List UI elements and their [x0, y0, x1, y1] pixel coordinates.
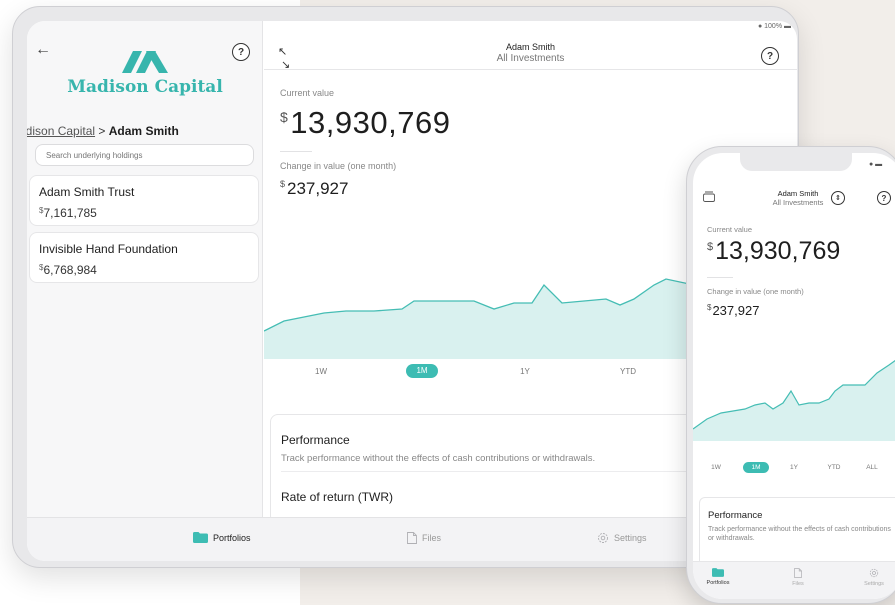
range-1y-button[interactable]: 1Y [505, 367, 545, 376]
phone-tab-bar: Portfolios Files Settings [693, 561, 895, 599]
phone-current-value-amount: 13,930,769 [715, 237, 841, 265]
phone-change-value-label: Change in value (one month) [707, 287, 804, 296]
phone-notch [740, 153, 852, 171]
gear-icon [869, 568, 879, 578]
change-value-amount: 237,927 [287, 179, 349, 198]
search-input[interactable] [35, 144, 254, 166]
file-icon [407, 532, 417, 544]
tab-settings[interactable]: Settings [597, 532, 647, 544]
breadcrumb: adison Capital > Adam Smith [27, 124, 179, 138]
sidebar-help-button[interactable]: ? [232, 43, 250, 61]
phone-selector-chevron-icon[interactable]: ⇕ [831, 191, 845, 205]
phone-header-subtitle[interactable]: All Investments [693, 198, 895, 207]
currency-symbol: $ [280, 179, 286, 189]
phone-header-title: Adam Smith [777, 189, 819, 198]
phone-current-value-label: Current value [707, 225, 753, 234]
back-arrow-icon[interactable]: ← [35, 41, 51, 59]
folder-icon [712, 568, 724, 577]
tab-bar: Portfolios Files Settings [27, 517, 797, 561]
holding-value: $7,161,785 [39, 206, 249, 220]
sidebar: ← ? Madison Capital adison Capital > Ada… [27, 21, 263, 517]
header-subtitle[interactable]: All Investments [264, 53, 797, 64]
brand-name: Madison Capital [67, 77, 223, 97]
holding-name: Adam Smith Trust [39, 185, 135, 199]
phone-device: ● ▬ Adam Smith All Investments ⇕ ? Curre… [686, 146, 895, 604]
holding-amount: 7,161,785 [43, 206, 97, 220]
phone-screen: ● ▬ Adam Smith All Investments ⇕ ? Curre… [693, 153, 895, 599]
divider [280, 151, 312, 152]
holding-amount: 6,768,984 [43, 263, 97, 277]
tablet-screen: ← ? Madison Capital adison Capital > Ada… [27, 21, 797, 561]
help-label: ? [237, 46, 245, 58]
gear-icon [598, 533, 608, 543]
change-value: $237,927 [280, 179, 348, 199]
phone-range-ytd-button[interactable]: YTD [821, 464, 847, 471]
status-bar: ● 100% ▬ [757, 23, 791, 30]
header-divider [264, 69, 797, 70]
range-1m-button[interactable]: 1M [406, 364, 438, 378]
tab-label: Settings [864, 581, 884, 587]
tab-files[interactable]: Files [407, 532, 441, 544]
phone-value-area-chart [693, 359, 895, 441]
tab-label: Files [422, 533, 442, 543]
phone-chart-area [693, 360, 895, 441]
phone-range-1m-button[interactable]: 1M [743, 462, 769, 473]
phone-status-icons: ● ▬ [869, 161, 883, 168]
performance-title: Performance [281, 433, 350, 447]
divider [707, 277, 733, 278]
phone-range-all-button[interactable]: ALL [859, 464, 885, 471]
tab-label: Portfolios [706, 580, 730, 586]
tab-portfolios[interactable]: Portfolios [193, 532, 251, 543]
holding-card[interactable]: Invisible Hand Foundation $6,768,984 [29, 232, 259, 283]
phone-performance-description: Track performance without the effects of… [708, 526, 891, 542]
holding-card[interactable]: Adam Smith Trust $7,161,785 [29, 175, 259, 226]
battery-percent: 100% [764, 23, 783, 30]
breadcrumb-parent-link[interactable]: adison Capital [27, 124, 95, 138]
current-value-label: Current value [280, 88, 335, 98]
holding-value: $6,768,984 [39, 263, 249, 277]
phone-range-1y-button[interactable]: 1Y [781, 464, 807, 471]
header-title: Adam Smith [505, 42, 556, 52]
breadcrumb-separator: > [98, 124, 106, 138]
tab-label: Settings [614, 533, 647, 543]
current-value: $13,930,769 [280, 105, 450, 141]
phone-tab-portfolios[interactable]: Portfolios [693, 568, 743, 586]
phone-help-button[interactable]: ? [877, 191, 891, 205]
help-label: ? [766, 50, 774, 62]
currency-symbol: $ [280, 109, 289, 125]
battery-icon: ▬ [784, 23, 791, 30]
brand-logo-icon [122, 51, 168, 73]
tab-label: Portfolios [213, 532, 251, 543]
tab-label: Files [792, 581, 804, 587]
phone-current-value: $13,930,769 [707, 237, 840, 266]
range-1w-button[interactable]: 1W [301, 367, 341, 376]
range-ytd-button[interactable]: YTD [608, 367, 648, 376]
rate-of-return-label[interactable]: Rate of return (TWR) [281, 490, 393, 504]
currency-symbol: $ [707, 303, 712, 312]
phone-change-value-amount: 237,927 [712, 303, 760, 318]
breadcrumb-current: Adam Smith [108, 124, 179, 138]
phone-change-value: $237,927 [707, 303, 759, 318]
header-help-button[interactable]: ? [761, 47, 779, 65]
holding-name: Invisible Hand Foundation [39, 242, 178, 256]
phone-performance-title: Performance [708, 510, 763, 521]
change-value-label: Change in value (one month) [280, 161, 397, 171]
phone-tab-settings[interactable]: Settings [849, 568, 895, 587]
currency-symbol: $ [707, 241, 714, 253]
phone-tab-files[interactable]: Files [773, 568, 823, 587]
phone-range-1w-button[interactable]: 1W [703, 464, 729, 471]
folder-icon [193, 532, 208, 543]
tablet-device: ← ? Madison Capital adison Capital > Ada… [12, 6, 799, 568]
performance-description: Track performance without the effects of… [281, 453, 596, 464]
help-label: ? [881, 193, 887, 203]
current-value-amount: 13,930,769 [290, 105, 451, 140]
file-icon [794, 568, 802, 578]
